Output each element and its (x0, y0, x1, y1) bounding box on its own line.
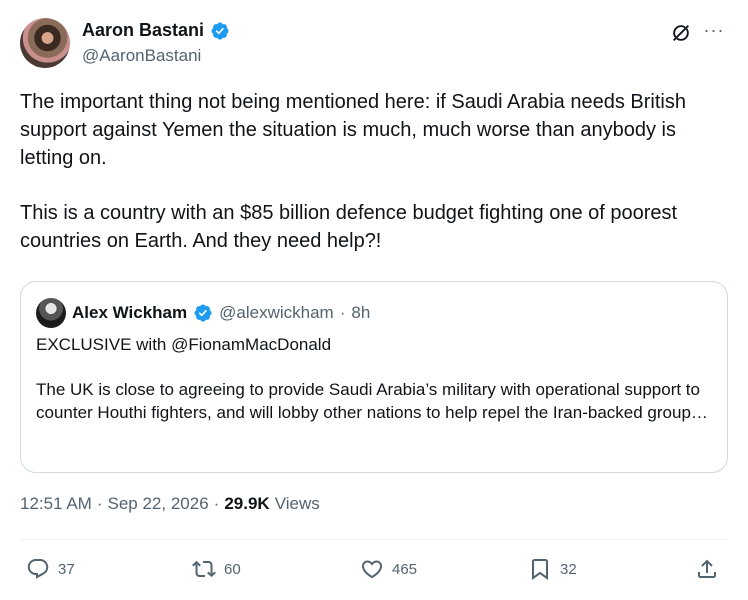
tweet-meta: 12:51 AM · Sep 22, 2026 · 29.9K Views (20, 494, 320, 514)
bookmark-count: 32 (560, 560, 577, 578)
divider (20, 539, 728, 540)
reply-icon (27, 559, 49, 579)
more-icon[interactable]: ··· (702, 20, 726, 44)
verified-badge-icon (211, 21, 229, 40)
like-button[interactable]: 465 (360, 552, 417, 586)
author-name-row: Aaron Bastani (82, 20, 230, 41)
author-handle[interactable]: @AaronBastani (82, 46, 201, 66)
separator: · (96, 494, 103, 513)
verified-badge-icon (194, 304, 212, 322)
repost-button[interactable]: 60 (192, 552, 241, 586)
share-button[interactable] (695, 552, 719, 586)
bookmark-icon (532, 559, 548, 580)
tweet-header: Aaron Bastani @AaronBastani ··· (20, 18, 728, 70)
tweet-text: The important thing not being mentioned … (20, 88, 720, 255)
quoted-author-avatar[interactable] (36, 298, 66, 328)
quoted-tweet-header: Alex Wickham @alexwickham · 8h (36, 298, 370, 328)
tweet-time[interactable]: 12:51 AM (20, 494, 92, 514)
repost-count: 60 (224, 560, 241, 578)
quoted-author-name[interactable]: Alex Wickham (72, 303, 187, 323)
quoted-tweet-text: EXCLUSIVE with @FionamMacDonald The UK i… (36, 333, 712, 424)
views-count: 29.9K (224, 494, 270, 513)
like-count: 465 (392, 560, 418, 578)
tweet-date[interactable]: Sep 22, 2026 (108, 494, 209, 514)
heart-icon (361, 560, 383, 579)
grok-icon[interactable] (670, 22, 692, 44)
action-bar: 37 60 465 32 (20, 552, 728, 586)
quoted-paragraph: EXCLUSIVE with @FionamMacDonald (36, 335, 332, 354)
quoted-tweet[interactable]: Alex Wickham @alexwickham · 8h EXCLUSIVE… (20, 281, 728, 473)
reply-button[interactable]: 37 (26, 552, 75, 586)
author-name[interactable]: Aaron Bastani (82, 20, 204, 41)
reply-count: 37 (58, 560, 75, 578)
quoted-paragraph: The UK is close to agreeing to provide S… (36, 380, 708, 422)
views-label: Views (274, 494, 320, 513)
separator: · (339, 303, 346, 322)
repost-icon (192, 560, 216, 578)
bookmark-button[interactable]: 32 (528, 552, 577, 586)
tweet-paragraph: This is a country with an $85 billion de… (20, 202, 678, 252)
tweet-paragraph: The important thing not being mentioned … (20, 91, 686, 169)
quoted-tweet-time[interactable]: 8h (351, 303, 370, 323)
quoted-author-handle[interactable]: @alexwickham (219, 303, 334, 323)
author-avatar[interactable] (20, 18, 70, 68)
separator: · (213, 494, 220, 513)
share-icon (698, 559, 716, 578)
